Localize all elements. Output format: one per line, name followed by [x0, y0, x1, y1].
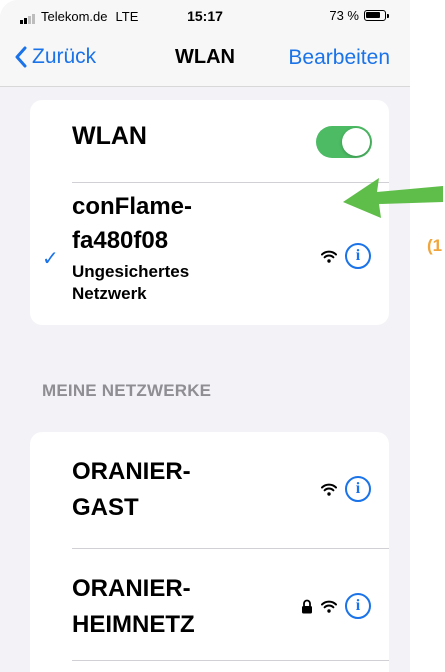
wlan-toggle[interactable]: [316, 126, 372, 158]
network-name-line1: ORANIER-: [72, 575, 191, 602]
network-name-line2: HEIMNETZ: [72, 611, 195, 638]
network-icons: i: [321, 476, 371, 502]
navigation-bar: Zurück WLAN Bearbeiten: [0, 34, 410, 87]
wifi-icon: [321, 483, 337, 496]
divider: [72, 660, 389, 661]
toggle-knob: [342, 128, 370, 156]
current-network-status-line1: Ungesichertes: [72, 262, 190, 281]
annotation-arrow: [343, 178, 443, 218]
section-header-my-networks: MEINE NETZWERKE: [42, 381, 212, 400]
info-icon[interactable]: i: [345, 243, 371, 269]
network-name-line1: ORANIER-: [72, 458, 191, 485]
battery-icon: [364, 10, 389, 21]
my-networks-card: ORANIER- GAST i ORANIER- HEIMNETZ i: [30, 432, 389, 672]
battery-status: 73 %: [329, 8, 389, 23]
wifi-icon: [321, 600, 337, 613]
network-row[interactable]: ORANIER- HEIMNETZ i: [30, 549, 389, 660]
network-row[interactable]: ORANIER- GAST i: [30, 432, 389, 548]
network-icons: i: [301, 593, 371, 619]
current-network-status-line2: Netzwerk: [72, 284, 147, 303]
wifi-icon: [321, 250, 337, 263]
info-icon[interactable]: i: [345, 593, 371, 619]
edit-button[interactable]: Bearbeiten: [288, 46, 390, 70]
network-name-line2: GAST: [72, 494, 139, 521]
annotation-number: (1: [427, 236, 443, 255]
current-network-name-line2: fa480f08: [72, 227, 169, 254]
checkmark-icon: ✓: [42, 248, 59, 270]
battery-percent: 73 %: [329, 8, 359, 23]
wlan-label: WLAN: [72, 122, 147, 150]
lock-icon: [302, 599, 312, 613]
info-icon[interactable]: i: [345, 476, 371, 502]
current-network-icons: i: [321, 243, 371, 269]
status-bar: Telekom.de LTE 15:17 73 %: [0, 0, 410, 34]
phone-screen: Telekom.de LTE 15:17 73 % Zurück WLAN Be…: [0, 0, 410, 672]
current-network-name-line1: conFlame-: [72, 193, 193, 220]
